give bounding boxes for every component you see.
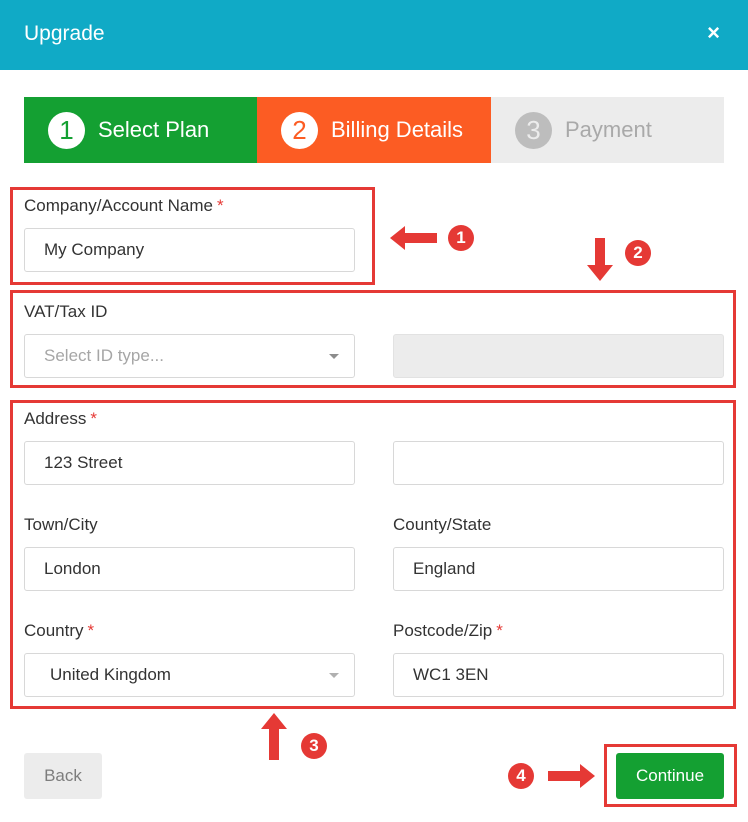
annotation-marker-2: 2 (625, 240, 651, 266)
arrow-up-icon (261, 713, 287, 760)
annotation-marker-3: 3 (301, 733, 327, 759)
annotation-marker-1: 1 (448, 225, 474, 251)
arrow-left-icon (390, 226, 437, 250)
annotation-marker-4: 4 (508, 763, 534, 789)
annotation-arrows (261, 226, 613, 788)
arrow-down-icon (587, 238, 613, 281)
arrow-right-icon (548, 764, 595, 788)
